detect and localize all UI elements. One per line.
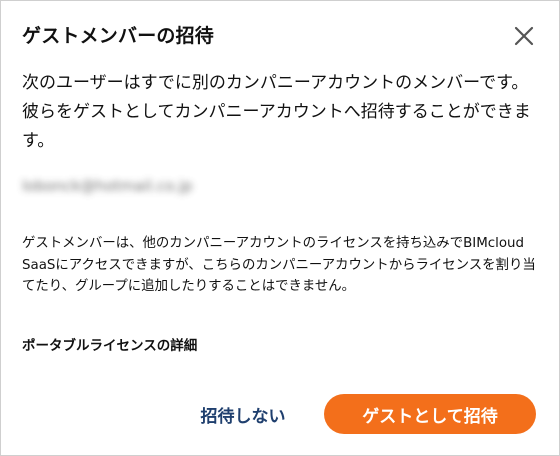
dialog-title: ゲストメンバーの招待 [22, 25, 215, 47]
portable-license-details-link[interactable]: ポータブルライセンスの詳細 [22, 334, 197, 354]
guest-invite-dialog: ゲストメンバーの招待 次のユーザーはすでに別のカンパニーアカウントのメンバーです… [0, 0, 560, 456]
guest-member-note: ゲストメンバーは、他のカンパニーアカウントのライセンスを持ち込みでBIMclou… [22, 236, 536, 294]
close-icon [514, 26, 534, 46]
invite-as-guest-button[interactable]: ゲストとして招待 [324, 394, 536, 434]
intro-text: 次のユーザーはすでに別のカンパニーアカウントのメンバーです。彼らをゲストとしてカ… [22, 73, 531, 151]
close-button[interactable] [511, 23, 537, 49]
member-email: lobonck@hotmail.co.jp [22, 177, 193, 195]
do-not-invite-button[interactable]: 招待しない [179, 394, 307, 434]
